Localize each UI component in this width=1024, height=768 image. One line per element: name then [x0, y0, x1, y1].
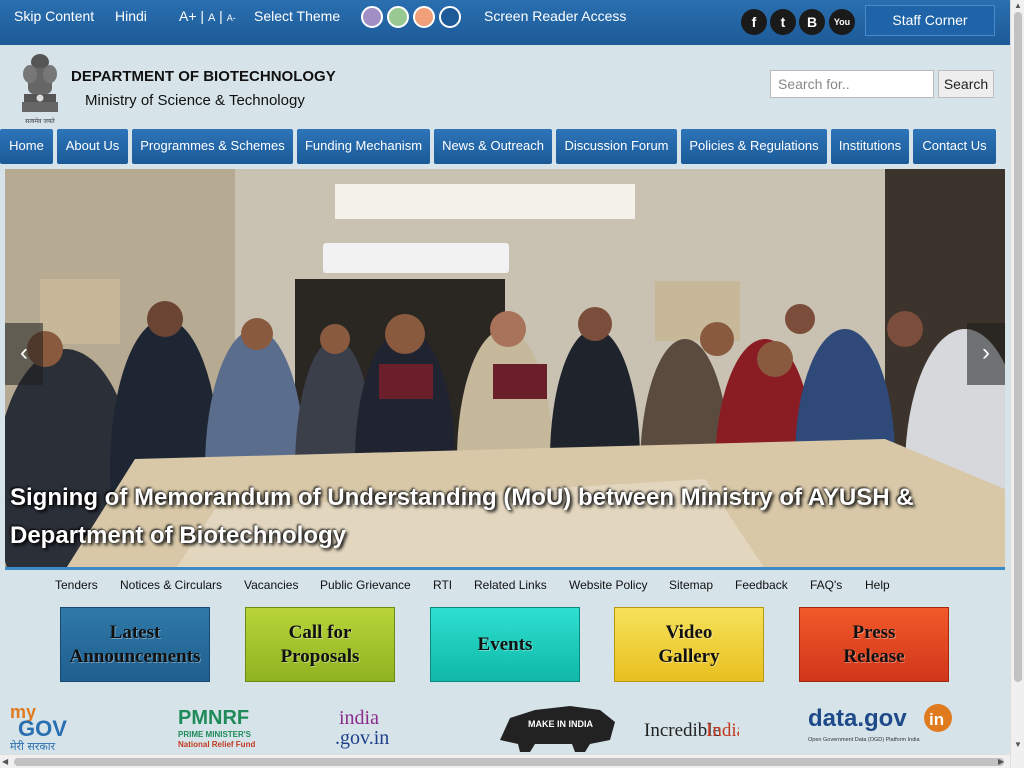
- link-public-grievance[interactable]: Public Grievance: [320, 578, 411, 592]
- pmnrf-title: PMNRF: [178, 707, 249, 729]
- incredible-india-logo[interactable]: Incredible India: [644, 700, 746, 752]
- link-feedback[interactable]: Feedback: [735, 578, 788, 592]
- make-in-india-text: MAKE IN INDIA: [528, 719, 594, 729]
- theme-purple-button[interactable]: [361, 6, 383, 28]
- hindi-link[interactable]: Hindi: [115, 8, 147, 24]
- quick-links: Tenders Notices & Circulars Vacancies Pu…: [0, 578, 1010, 598]
- nav-news-outreach[interactable]: News & Outreach: [434, 129, 552, 164]
- mygov-logo[interactable]: my GOV मेरी सरकार: [10, 700, 95, 753]
- link-related-links[interactable]: Related Links: [474, 578, 547, 592]
- mygov-tagline: मेरी सरकार: [10, 740, 56, 752]
- scroll-left-icon[interactable]: ◀: [2, 757, 8, 766]
- search-button[interactable]: Search: [938, 70, 994, 98]
- theme-green-button[interactable]: [387, 6, 409, 28]
- make-in-india-logo[interactable]: MAKE IN INDIA: [490, 700, 625, 752]
- tile-video-gallery[interactable]: Video Gallery: [614, 607, 764, 682]
- slide-caption: Signing of Memorandum of Understanding (…: [10, 484, 914, 549]
- india-gov-logo[interactable]: india .gov.in: [335, 700, 410, 752]
- separator: |: [200, 8, 205, 24]
- link-notices-circulars[interactable]: Notices & Circulars: [120, 578, 222, 592]
- theme-blue-button[interactable]: [439, 6, 461, 28]
- data-gov-tagline: Open Government Data (OGD) Platform Indi…: [808, 737, 921, 743]
- data-gov-in: in: [929, 710, 944, 729]
- font-size-controls: A+ | A | A-: [179, 8, 236, 24]
- horizontal-scroll-thumb[interactable]: [14, 758, 1004, 766]
- data-gov-logo[interactable]: data.gov in Open Government Data (OGD) P…: [808, 700, 958, 752]
- link-website-policy[interactable]: Website Policy: [569, 578, 647, 592]
- tile-events[interactable]: Events: [430, 607, 580, 682]
- link-sitemap[interactable]: Sitemap: [669, 578, 713, 592]
- india-gov-line2: .gov.in: [335, 727, 389, 749]
- staff-corner-button[interactable]: Staff Corner: [865, 5, 995, 36]
- separator: |: [219, 8, 223, 24]
- pmnrf-logo[interactable]: PMNRF PRIME MINISTER'S National Relief F…: [178, 700, 288, 752]
- tile-call-for-proposals[interactable]: Call for Proposals: [245, 607, 395, 682]
- theme-orange-button[interactable]: [413, 6, 435, 28]
- search-input[interactable]: [770, 70, 934, 98]
- nav-funding-mechanism[interactable]: Funding Mechanism: [297, 129, 430, 164]
- vertical-scroll-thumb[interactable]: [1014, 12, 1022, 682]
- scroll-down-icon[interactable]: ▼: [1014, 740, 1022, 749]
- youtube-icon[interactable]: You: [829, 9, 855, 35]
- nav-home[interactable]: Home: [0, 129, 53, 164]
- link-vacancies[interactable]: Vacancies: [244, 578, 298, 592]
- link-faqs[interactable]: FAQ's: [810, 578, 842, 592]
- pmnrf-line2: National Relief Fund: [178, 740, 255, 749]
- incredible-india-text: India: [706, 720, 739, 741]
- nav-policies-regulations[interactable]: Policies & Regulations: [681, 129, 827, 164]
- mygov-gov: GOV: [18, 716, 67, 741]
- scroll-up-icon[interactable]: ▲: [1014, 1, 1022, 10]
- vertical-scrollbar[interactable]: ▲ ▼: [1010, 0, 1024, 768]
- nav-discussion-forum[interactable]: Discussion Forum: [556, 129, 677, 164]
- main-nav: Home About Us Programmes & Schemes Fundi…: [0, 129, 1010, 164]
- image-slider: ‹ › Signing of Memorandum of Understandi…: [5, 169, 1005, 570]
- slider-prev-button[interactable]: ‹: [5, 323, 43, 385]
- top-bar: Skip Content Hindi A+ | A | A- Select Th…: [0, 0, 1010, 45]
- nav-institutions[interactable]: Institutions: [831, 129, 909, 164]
- blogger-icon[interactable]: B: [799, 9, 825, 35]
- font-increase-button[interactable]: A+: [179, 8, 197, 24]
- select-theme-label: Select Theme: [254, 8, 341, 24]
- font-decrease-button[interactable]: A-: [227, 13, 236, 23]
- skip-content-link[interactable]: Skip Content: [14, 8, 94, 24]
- india-gov-line1: india: [339, 707, 379, 729]
- pmnrf-line1: PRIME MINISTER'S: [178, 730, 252, 739]
- link-rti[interactable]: RTI: [433, 578, 452, 592]
- scroll-right-icon[interactable]: ▶: [998, 757, 1004, 766]
- link-tenders[interactable]: Tenders: [55, 578, 98, 592]
- facebook-icon[interactable]: f: [741, 9, 767, 35]
- ministry-subtitle: Ministry of Science & Technology: [85, 92, 305, 109]
- font-normal-button[interactable]: A: [208, 12, 215, 24]
- horizontal-scrollbar[interactable]: ◀ ▶: [0, 754, 1010, 768]
- emblem-caption: सत्यमेव जयते: [25, 117, 55, 125]
- nav-programmes-schemes[interactable]: Programmes & Schemes: [132, 129, 293, 164]
- link-help[interactable]: Help: [865, 578, 890, 592]
- slider-next-button[interactable]: ›: [967, 323, 1005, 385]
- tile-latest-announcements[interactable]: Latest Announcements: [60, 607, 210, 682]
- data-gov-text: data.gov: [808, 705, 907, 732]
- nav-contact-us[interactable]: Contact Us: [913, 129, 996, 164]
- twitter-icon[interactable]: t: [770, 9, 796, 35]
- screen-reader-link[interactable]: Screen Reader Access: [484, 8, 626, 24]
- nav-about-us[interactable]: About Us: [57, 129, 128, 164]
- tile-press-release[interactable]: Press Release: [799, 607, 949, 682]
- national-emblem-logo: सत्यमेव जयते: [16, 52, 64, 126]
- department-title: DEPARTMENT OF BIOTECHNOLOGY: [71, 68, 336, 85]
